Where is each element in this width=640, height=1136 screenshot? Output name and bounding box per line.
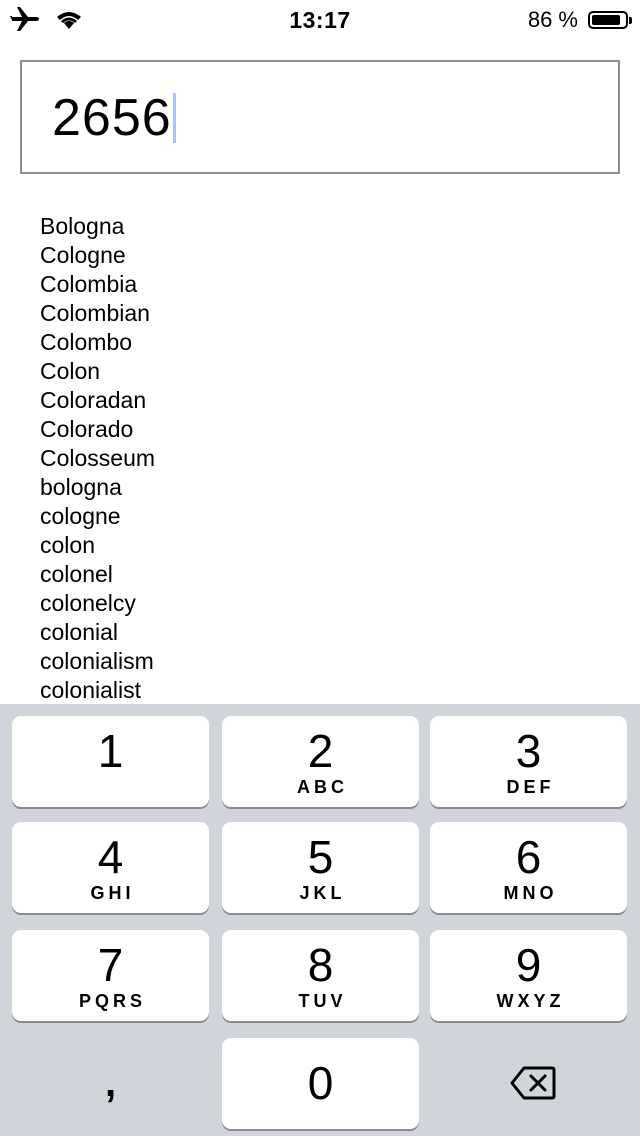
battery-icon [588, 11, 632, 29]
key-digit: 5 [307, 831, 334, 883]
number-input-field[interactable]: 2656 [20, 60, 620, 174]
suggestion-item[interactable]: Colon [40, 357, 155, 386]
suggestion-item[interactable]: Colombo [40, 328, 155, 357]
battery-percent: 86 % [527, 7, 578, 32]
suggestion-item[interactable]: Coloradan [40, 386, 155, 415]
key-3[interactable]: 3 DEF [430, 716, 627, 807]
suggestion-item[interactable]: Colorado [40, 415, 155, 444]
suggestion-item[interactable]: Cologne [40, 241, 155, 270]
battery-fill [592, 15, 620, 25]
status-right: 86 % [527, 7, 632, 33]
input-text: 2656 [52, 88, 176, 148]
key-9[interactable]: 9 WXYZ [430, 930, 627, 1021]
key-7[interactable]: 7 PQRS [12, 930, 209, 1021]
numeric-keypad: 1 2 ABC 3 DEF 4 GHI 5 JKL 6 MNO 7 PQRS 8 TUV 9 WXYZ 0 , [0, 704, 640, 1136]
key-digit: 8 [307, 939, 334, 991]
key-letters: MNO [503, 883, 558, 903]
comma-key[interactable]: , [12, 1038, 209, 1129]
suggestion-item[interactable]: Colombian [40, 299, 155, 328]
key-letters: ABC [297, 777, 348, 797]
key-0[interactable]: 0 [222, 1038, 419, 1129]
suggestion-item[interactable]: Colosseum [40, 444, 155, 473]
key-1[interactable]: 1 [12, 716, 209, 807]
key-digit: 1 [97, 725, 124, 777]
status-bar: 13:17 86 % [0, 0, 640, 40]
suggestion-list: Bologna Cologne Colombia Colombian Colombo Co… [40, 212, 155, 705]
text-cursor [172, 93, 176, 143]
delete-backspace-icon [510, 1066, 556, 1105]
key-digit: 7 [97, 939, 124, 991]
suggestion-item[interactable]: colonial [40, 618, 155, 647]
key-digit: 3 [515, 725, 542, 777]
suggestion-item[interactable]: Colombia [40, 270, 155, 299]
key-letters: DEF [506, 777, 555, 797]
delete-key[interactable] [430, 1038, 627, 1129]
suggestion-item[interactable]: colon [40, 531, 155, 560]
key-5[interactable]: 5 JKL [222, 822, 419, 913]
suggestion-item[interactable]: colonialist [40, 676, 155, 705]
comma-label: , [104, 1061, 117, 1105]
key-2[interactable]: 2 ABC [222, 716, 419, 807]
suggestion-item[interactable]: colonel [40, 560, 155, 589]
key-8[interactable]: 8 TUV [222, 930, 419, 1021]
key-letters: GHI [90, 883, 135, 903]
key-digit: 6 [515, 831, 542, 883]
key-digit: 0 [307, 1057, 334, 1109]
input-value: 2656 [52, 89, 172, 147]
key-digit: 9 [515, 939, 542, 991]
key-letters: TUV [298, 991, 347, 1011]
key-letters: WXYZ [496, 991, 565, 1011]
suggestion-item[interactable]: colonialism [40, 647, 155, 676]
battery-tip [629, 17, 632, 24]
suggestion-item[interactable]: Bologna [40, 212, 155, 241]
key-digit: 2 [307, 725, 334, 777]
suggestion-item[interactable]: bologna [40, 473, 155, 502]
key-6[interactable]: 6 MNO [430, 822, 627, 913]
suggestion-item[interactable]: colonelcy [40, 589, 155, 618]
key-4[interactable]: 4 GHI [12, 822, 209, 913]
key-letters: PQRS [78, 991, 146, 1011]
key-letters: JKL [299, 883, 346, 903]
key-digit: 4 [97, 831, 124, 883]
suggestion-item[interactable]: cologne [40, 502, 155, 531]
